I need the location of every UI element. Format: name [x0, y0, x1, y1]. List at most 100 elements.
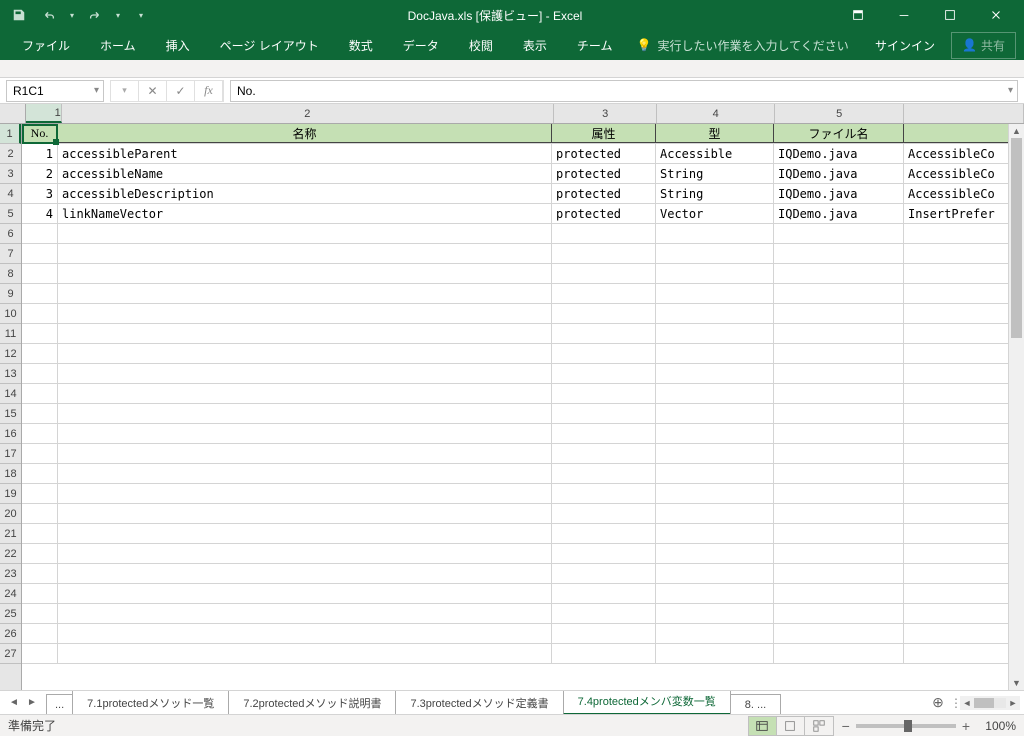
cell[interactable]	[58, 284, 552, 303]
cell[interactable]	[774, 264, 904, 283]
cell[interactable]	[22, 444, 58, 463]
zoom-out-button[interactable]: −	[842, 718, 850, 734]
cell[interactable]	[58, 524, 552, 543]
tell-me-search[interactable]: 💡 実行したい作業を入力してください	[628, 33, 856, 58]
cell[interactable]	[22, 364, 58, 383]
cell[interactable]	[552, 424, 656, 443]
cell[interactable]: AccessibleCo	[904, 164, 1024, 183]
cell[interactable]	[58, 564, 552, 583]
cell[interactable]	[774, 384, 904, 403]
cell[interactable]	[656, 264, 774, 283]
scroll-right-icon[interactable]: ►	[1006, 698, 1020, 708]
cell[interactable]	[656, 424, 774, 443]
cell[interactable]	[552, 224, 656, 243]
row-header-16[interactable]: 16	[0, 424, 21, 444]
minimize-button[interactable]	[882, 1, 926, 29]
sheet-prev-button[interactable]: ►	[24, 693, 40, 713]
cell[interactable]: protected	[552, 164, 656, 183]
sheet-first-button[interactable]: ◄	[6, 693, 22, 713]
col-header-6[interactable]	[904, 104, 1024, 123]
cell[interactable]	[552, 344, 656, 363]
row-header-8[interactable]: 8	[0, 264, 21, 284]
cell[interactable]	[904, 404, 1024, 423]
row-header-12[interactable]: 12	[0, 344, 21, 364]
cell[interactable]: protected	[552, 184, 656, 203]
row-header-5[interactable]: 5	[0, 204, 21, 224]
cell[interactable]	[774, 624, 904, 643]
cell[interactable]	[904, 124, 1024, 143]
cell[interactable]: 3	[22, 184, 58, 203]
cell[interactable]	[656, 284, 774, 303]
cell[interactable]	[58, 624, 552, 643]
col-header-5[interactable]: 5	[775, 104, 905, 123]
cell[interactable]	[58, 584, 552, 603]
row-header-2[interactable]: 2	[0, 144, 21, 164]
cell[interactable]	[22, 244, 58, 263]
cell[interactable]	[774, 604, 904, 623]
cell[interactable]	[656, 484, 774, 503]
cell[interactable]	[904, 244, 1024, 263]
hscroll-thumb[interactable]	[974, 698, 994, 708]
sheet-tab-0[interactable]: 7.1protectedメソッド一覧	[72, 691, 229, 715]
tab-insert[interactable]: 挿入	[152, 31, 204, 60]
row-header-18[interactable]: 18	[0, 464, 21, 484]
cell[interactable]	[656, 364, 774, 383]
qat-customize[interactable]: ▾	[128, 2, 154, 28]
cell[interactable]	[22, 624, 58, 643]
cell[interactable]	[904, 484, 1024, 503]
cell[interactable]	[774, 244, 904, 263]
cell[interactable]	[904, 544, 1024, 563]
vertical-scrollbar[interactable]: ▲ ▼	[1008, 124, 1024, 690]
close-button[interactable]	[974, 1, 1018, 29]
cell[interactable]: accessibleParent	[58, 144, 552, 163]
zoom-level[interactable]: 100%	[976, 719, 1016, 733]
cell[interactable]: 型	[656, 124, 774, 143]
zoom-in-button[interactable]: +	[962, 718, 970, 734]
cell[interactable]	[774, 424, 904, 443]
row-header-13[interactable]: 13	[0, 364, 21, 384]
cell[interactable]: protected	[552, 144, 656, 163]
cell[interactable]	[904, 564, 1024, 583]
scroll-thumb[interactable]	[1011, 138, 1022, 338]
cell[interactable]: IQDemo.java	[774, 204, 904, 223]
cell[interactable]	[552, 644, 656, 663]
col-header-3[interactable]: 3	[554, 104, 658, 123]
cell[interactable]	[58, 364, 552, 383]
scroll-up-icon[interactable]: ▲	[1009, 124, 1024, 138]
row-header-4[interactable]: 4	[0, 184, 21, 204]
sheet-tab-4[interactable]: 8. ...	[730, 694, 781, 715]
cell[interactable]	[774, 284, 904, 303]
cell[interactable]	[904, 224, 1024, 243]
pagebreak-view-button[interactable]	[805, 717, 833, 735]
cell[interactable]: linkNameVector	[58, 204, 552, 223]
cell[interactable]	[58, 604, 552, 623]
cell[interactable]	[656, 444, 774, 463]
name-box[interactable]: R1C1	[6, 80, 104, 102]
cell[interactable]	[552, 464, 656, 483]
cell[interactable]	[904, 264, 1024, 283]
cell[interactable]	[656, 504, 774, 523]
cell[interactable]	[774, 224, 904, 243]
cell[interactable]	[58, 484, 552, 503]
col-header-2[interactable]: 2	[62, 104, 554, 123]
cell[interactable]: No.	[22, 124, 58, 143]
cell[interactable]	[656, 244, 774, 263]
cell[interactable]	[22, 584, 58, 603]
cell[interactable]	[774, 444, 904, 463]
cell[interactable]: 1	[22, 144, 58, 163]
cell[interactable]	[774, 484, 904, 503]
cell[interactable]	[656, 304, 774, 323]
zoom-thumb[interactable]	[904, 720, 912, 732]
share-button[interactable]: 👤 共有	[951, 32, 1016, 59]
row-header-23[interactable]: 23	[0, 564, 21, 584]
cell[interactable]	[774, 344, 904, 363]
cell[interactable]	[552, 604, 656, 623]
cell[interactable]	[656, 464, 774, 483]
cell[interactable]	[58, 404, 552, 423]
cell[interactable]	[22, 324, 58, 343]
scroll-left-icon[interactable]: ◄	[960, 698, 974, 708]
cell[interactable]: AccessibleCo	[904, 144, 1024, 163]
zoom-slider[interactable]	[856, 724, 956, 728]
cell[interactable]	[58, 424, 552, 443]
cell[interactable]	[22, 284, 58, 303]
